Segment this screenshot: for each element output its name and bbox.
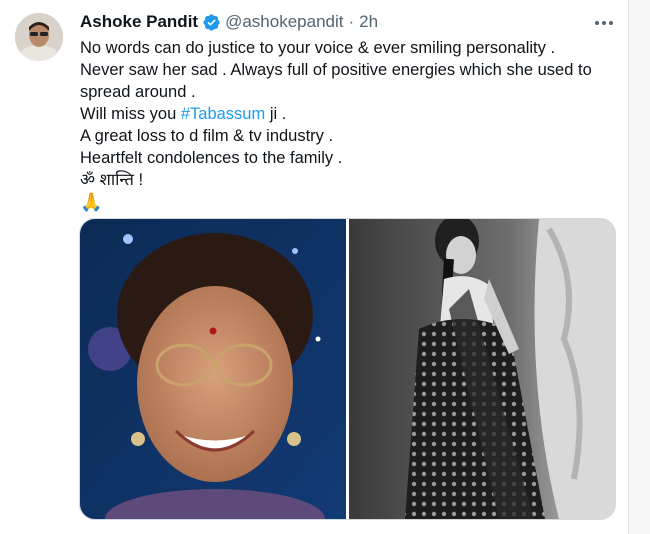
tweet-line: Will miss you #Tabassum ji . xyxy=(80,103,600,125)
more-options-icon[interactable] xyxy=(589,12,619,34)
author-handle[interactable]: @ashokepandit xyxy=(225,12,343,32)
media-grid xyxy=(79,218,616,520)
header-separator: · xyxy=(348,12,355,31)
scrollbar[interactable] xyxy=(628,0,650,534)
tweet-photo-vintage[interactable] xyxy=(349,219,615,519)
tweet-line: No words can do justice to your voice & … xyxy=(80,39,556,57)
tweet-text: No words can do justice to your voice & … xyxy=(80,37,600,213)
tweet-text-segment: Will miss you xyxy=(80,105,181,123)
tweet-line: ॐ शान्ति ! xyxy=(80,171,144,189)
tweet-line: Heartfelt condolences to the family . xyxy=(80,149,343,167)
folded-hands-emoji: 🙏 xyxy=(80,192,103,212)
tweet: Ashoke Pandit @ashokepandit · 2h No word… xyxy=(0,0,650,534)
author-name[interactable]: Ashoke Pandit xyxy=(80,12,198,32)
tweet-timestamp[interactable]: 2h xyxy=(359,12,378,32)
verified-badge-icon xyxy=(203,13,220,31)
tweet-line: spread around . xyxy=(80,83,196,101)
tweet-text-segment: ji . xyxy=(265,105,287,123)
tweet-photo-portrait[interactable] xyxy=(80,219,346,519)
avatar[interactable] xyxy=(15,13,63,61)
tweet-line: A great loss to d film & tv industry . xyxy=(80,127,334,145)
hashtag-link[interactable]: #Tabassum xyxy=(181,105,265,123)
tweet-line: Never saw her sad . Always full of posit… xyxy=(80,61,592,79)
tweet-header: Ashoke Pandit @ashokepandit · 2h xyxy=(80,10,378,34)
